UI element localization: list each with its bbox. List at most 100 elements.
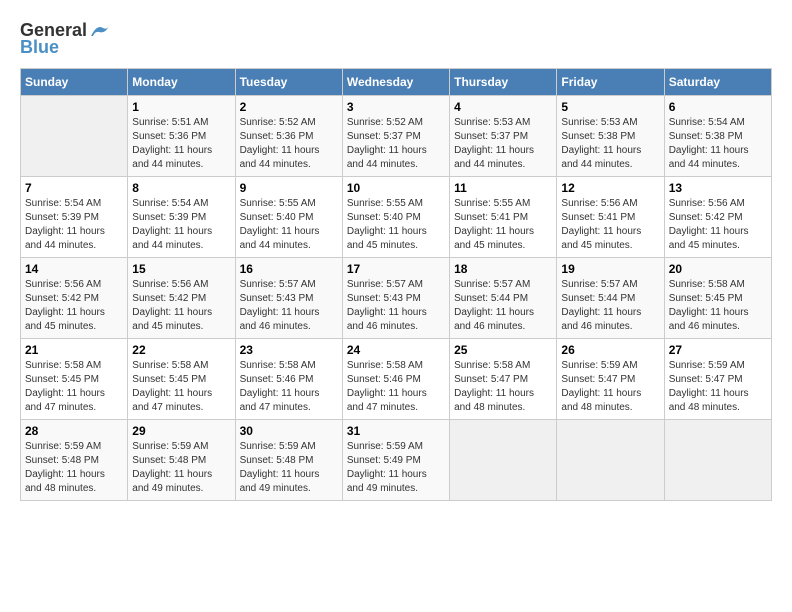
- day-info: Sunrise: 5:58 AMSunset: 5:47 PMDaylight:…: [454, 359, 552, 415]
- calendar-cell: 24Sunrise: 5:58 AMSunset: 5:46 PMDayligh…: [342, 339, 449, 420]
- day-number: 21: [25, 343, 123, 357]
- calendar-cell: 9 Sunrise: 5:55 AMSunset: 5:40 PMDaylight…: [235, 177, 342, 258]
- day-info: Sunrise: 5:58 AMSunset: 5:46 PMDaylight:…: [240, 359, 338, 415]
- calendar-cell: [21, 96, 128, 177]
- calendar-cell: 4 Sunrise: 5:53 AMSunset: 5:37 PMDaylight…: [450, 96, 557, 177]
- day-number: 8: [132, 181, 230, 195]
- calendar-cell: 14 Sunrise: 5:56 AMSunset: 5:42 PMDayligh…: [21, 258, 128, 339]
- day-number: 16: [240, 262, 338, 276]
- weekday-header-thursday: Thursday: [450, 69, 557, 96]
- day-info: Sunrise: 5:55 AMSunset: 5:40 PMDaylight:…: [240, 197, 338, 253]
- day-info: Sunrise: 5:53 AMSunset: 5:38 PMDaylight:…: [561, 116, 659, 172]
- day-info: Sunrise: 5:57 AMSunset: 5:44 PMDaylight:…: [454, 278, 552, 334]
- weekday-header-tuesday: Tuesday: [235, 69, 342, 96]
- day-info: Sunrise: 5:58 AMSunset: 5:45 PMDaylight:…: [25, 359, 123, 415]
- day-info: Sunrise: 5:52 AMSunset: 5:36 PMDaylight:…: [240, 116, 338, 172]
- day-number: 4: [454, 100, 552, 114]
- calendar-cell: 7 Sunrise: 5:54 AMSunset: 5:39 PMDaylight…: [21, 177, 128, 258]
- calendar-cell: 16 Sunrise: 5:57 AMSunset: 5:43 PMDayligh…: [235, 258, 342, 339]
- day-info: Sunrise: 5:54 AMSunset: 5:38 PMDaylight:…: [669, 116, 767, 172]
- day-number: 12: [561, 181, 659, 195]
- calendar-cell: 28 Sunrise: 5:59 AMSunset: 5:48 PMDayligh…: [21, 420, 128, 501]
- calendar-week-row: 28 Sunrise: 5:59 AMSunset: 5:48 PMDayligh…: [21, 420, 772, 501]
- day-number: 26: [561, 343, 659, 357]
- calendar-week-row: 1 Sunrise: 5:51 AMSunset: 5:36 PMDaylight…: [21, 96, 772, 177]
- day-info: Sunrise: 5:59 AMSunset: 5:47 PMDaylight:…: [669, 359, 767, 415]
- day-number: 23: [240, 343, 338, 357]
- day-info: Sunrise: 5:58 AMSunset: 5:45 PMDaylight:…: [669, 278, 767, 334]
- day-info: Sunrise: 5:54 AMSunset: 5:39 PMDaylight:…: [25, 197, 123, 253]
- calendar-cell: 6 Sunrise: 5:54 AMSunset: 5:38 PMDaylight…: [664, 96, 771, 177]
- calendar-cell: 25 Sunrise: 5:58 AMSunset: 5:47 PMDayligh…: [450, 339, 557, 420]
- calendar-cell: 18Sunrise: 5:57 AMSunset: 5:44 PMDayligh…: [450, 258, 557, 339]
- day-number: 28: [25, 424, 123, 438]
- day-number: 5: [561, 100, 659, 114]
- weekday-header-wednesday: Wednesday: [342, 69, 449, 96]
- day-info: Sunrise: 5:55 AMSunset: 5:40 PMDaylight:…: [347, 197, 445, 253]
- day-number: 25: [454, 343, 552, 357]
- weekday-header-monday: Monday: [128, 69, 235, 96]
- day-number: 3: [347, 100, 445, 114]
- day-info: Sunrise: 5:59 AMSunset: 5:48 PMDaylight:…: [132, 440, 230, 496]
- day-info: Sunrise: 5:58 AMSunset: 5:45 PMDaylight:…: [132, 359, 230, 415]
- calendar-table: SundayMondayTuesdayWednesdayThursdayFrid…: [20, 68, 772, 501]
- weekday-header-row: SundayMondayTuesdayWednesdayThursdayFrid…: [21, 69, 772, 96]
- calendar-cell: 11 Sunrise: 5:55 AMSunset: 5:41 PMDayligh…: [450, 177, 557, 258]
- day-info: Sunrise: 5:56 AMSunset: 5:42 PMDaylight:…: [669, 197, 767, 253]
- day-number: 9: [240, 181, 338, 195]
- logo-bird-icon: [89, 22, 111, 40]
- day-number: 22: [132, 343, 230, 357]
- weekday-header-friday: Friday: [557, 69, 664, 96]
- day-info: Sunrise: 5:57 AMSunset: 5:43 PMDaylight:…: [240, 278, 338, 334]
- day-number: 19: [561, 262, 659, 276]
- day-number: 29: [132, 424, 230, 438]
- weekday-header-sunday: Sunday: [21, 69, 128, 96]
- day-number: 17: [347, 262, 445, 276]
- day-number: 31: [347, 424, 445, 438]
- day-info: Sunrise: 5:56 AMSunset: 5:42 PMDaylight:…: [132, 278, 230, 334]
- page-header: General Blue: [20, 20, 772, 58]
- day-number: 13: [669, 181, 767, 195]
- calendar-week-row: 14 Sunrise: 5:56 AMSunset: 5:42 PMDayligh…: [21, 258, 772, 339]
- calendar-cell: [557, 420, 664, 501]
- calendar-cell: 29 Sunrise: 5:59 AMSunset: 5:48 PMDayligh…: [128, 420, 235, 501]
- day-info: Sunrise: 5:54 AMSunset: 5:39 PMDaylight:…: [132, 197, 230, 253]
- day-info: Sunrise: 5:53 AMSunset: 5:37 PMDaylight:…: [454, 116, 552, 172]
- day-number: 20: [669, 262, 767, 276]
- day-number: 6: [669, 100, 767, 114]
- calendar-cell: 3 Sunrise: 5:52 AMSunset: 5:37 PMDaylight…: [342, 96, 449, 177]
- calendar-cell: 5 Sunrise: 5:53 AMSunset: 5:38 PMDaylight…: [557, 96, 664, 177]
- logo: General Blue: [20, 20, 111, 58]
- day-info: Sunrise: 5:55 AMSunset: 5:41 PMDaylight:…: [454, 197, 552, 253]
- calendar-week-row: 7 Sunrise: 5:54 AMSunset: 5:39 PMDaylight…: [21, 177, 772, 258]
- day-info: Sunrise: 5:59 AMSunset: 5:47 PMDaylight:…: [561, 359, 659, 415]
- day-info: Sunrise: 5:56 AMSunset: 5:42 PMDaylight:…: [25, 278, 123, 334]
- calendar-cell: 8 Sunrise: 5:54 AMSunset: 5:39 PMDaylight…: [128, 177, 235, 258]
- day-number: 11: [454, 181, 552, 195]
- calendar-cell: 17 Sunrise: 5:57 AMSunset: 5:43 PMDayligh…: [342, 258, 449, 339]
- calendar-cell: 1 Sunrise: 5:51 AMSunset: 5:36 PMDaylight…: [128, 96, 235, 177]
- calendar-cell: [664, 420, 771, 501]
- calendar-cell: 13 Sunrise: 5:56 AMSunset: 5:42 PMDayligh…: [664, 177, 771, 258]
- day-info: Sunrise: 5:51 AMSunset: 5:36 PMDaylight:…: [132, 116, 230, 172]
- day-info: Sunrise: 5:59 AMSunset: 5:48 PMDaylight:…: [25, 440, 123, 496]
- calendar-cell: [450, 420, 557, 501]
- calendar-cell: 31 Sunrise: 5:59 AMSunset: 5:49 PMDayligh…: [342, 420, 449, 501]
- day-info: Sunrise: 5:57 AMSunset: 5:44 PMDaylight:…: [561, 278, 659, 334]
- day-info: Sunrise: 5:58 AMSunset: 5:46 PMDaylight:…: [347, 359, 445, 415]
- calendar-cell: 15Sunrise: 5:56 AMSunset: 5:42 PMDayligh…: [128, 258, 235, 339]
- day-number: 14: [25, 262, 123, 276]
- calendar-cell: 23 Sunrise: 5:58 AMSunset: 5:46 PMDayligh…: [235, 339, 342, 420]
- calendar-cell: 10Sunrise: 5:55 AMSunset: 5:40 PMDayligh…: [342, 177, 449, 258]
- weekday-header-saturday: Saturday: [664, 69, 771, 96]
- day-info: Sunrise: 5:59 AMSunset: 5:49 PMDaylight:…: [347, 440, 445, 496]
- calendar-cell: 19 Sunrise: 5:57 AMSunset: 5:44 PMDayligh…: [557, 258, 664, 339]
- logo-blue: Blue: [20, 37, 59, 58]
- day-number: 1: [132, 100, 230, 114]
- calendar-cell: 20 Sunrise: 5:58 AMSunset: 5:45 PMDayligh…: [664, 258, 771, 339]
- day-number: 27: [669, 343, 767, 357]
- day-number: 7: [25, 181, 123, 195]
- day-info: Sunrise: 5:57 AMSunset: 5:43 PMDaylight:…: [347, 278, 445, 334]
- calendar-cell: 27 Sunrise: 5:59 AMSunset: 5:47 PMDayligh…: [664, 339, 771, 420]
- day-info: Sunrise: 5:52 AMSunset: 5:37 PMDaylight:…: [347, 116, 445, 172]
